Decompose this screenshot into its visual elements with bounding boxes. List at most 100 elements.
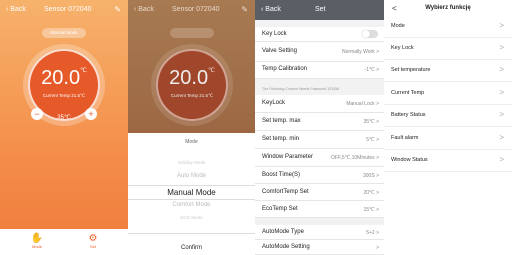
back-label: Back	[10, 6, 26, 13]
settings-panel: ‹ Back Set Key Lock Valve Setting Normal…	[255, 0, 384, 255]
current-temp-label-dimmed: Current Temp 21.5℃	[170, 93, 214, 98]
settings-row[interactable]: AutoMode Type 5+2 >	[255, 225, 384, 240]
temperature-dial-dimmed: 20.0℃ Current Temp 21.5℃	[151, 44, 233, 126]
function-item[interactable]: Current Temp >	[384, 83, 512, 105]
function-item-label: Fault alarm	[391, 135, 419, 141]
chevron-right-icon: >	[499, 43, 504, 52]
thermostat-main-panel: ‹ Back Sensor 072040 ✎ Manual Mode 20.0℃…	[0, 0, 128, 255]
function-list-panel: < Wybierz funkcję Mode > Key Lock > Set …	[384, 0, 512, 255]
device-title-dimmed: Sensor 072040	[172, 6, 220, 13]
chevron-right-icon: >	[499, 88, 504, 97]
function-item-label: Window Status	[391, 157, 428, 163]
settings-row[interactable]: Set temp. max 35℃ >	[255, 113, 384, 131]
function-item-label: Key Lock	[391, 45, 414, 51]
gear-icon: ⚙	[88, 233, 98, 244]
sheet-title: Mode	[185, 139, 198, 145]
temperature-value: 20.0	[41, 67, 81, 89]
settings-row-label: KeyLock	[262, 100, 286, 106]
mode-option-selected[interactable]: Manual Mode	[128, 188, 255, 197]
settings-row-value: OFF,5℃,10Minutes >	[331, 155, 379, 161]
settings-row-label: Valve Setting	[262, 48, 297, 54]
chevron-right-icon: >	[499, 133, 504, 142]
mode-option[interactable]: Holiday Mode	[128, 160, 255, 165]
settings-row-label: Window Parameter	[262, 154, 314, 160]
temperature-unit-dimmed: ℃	[208, 68, 215, 74]
settings-row-value: 20℃ >	[363, 190, 380, 196]
function-item[interactable]: Window Status >	[384, 150, 512, 172]
back-button[interactable]: ‹ Back	[6, 6, 26, 13]
mode-picker-panel: ‹ Back Sensor 072040 ✎ 20.0℃ Current Tem…	[128, 0, 255, 255]
settings-row-label: Boost Time(S)	[262, 172, 301, 178]
password-note: The Following Content Needs Password 123…	[262, 87, 340, 91]
settings-header: ‹ Back Set	[255, 0, 384, 20]
settings-row[interactable]: KeyLock Manual Lock >	[255, 95, 384, 113]
settings-row-value: 5+2 >	[366, 230, 379, 236]
settings-row-label: Set temp. max	[262, 118, 301, 124]
mode-option[interactable]: ECO Mode	[128, 215, 255, 220]
picker-divider	[128, 199, 255, 200]
settings-row-label: EcoTemp Set	[262, 206, 298, 212]
nav-mode[interactable]: ✋ Mode	[22, 233, 52, 249]
nav-set[interactable]: ⚙ Set	[78, 233, 108, 249]
function-item-label: Set temperature	[391, 67, 431, 73]
confirm-button[interactable]: Confirm	[128, 245, 255, 251]
function-item[interactable]: Mode >	[384, 16, 512, 38]
settings-row[interactable]: Valve Setting Normally Work >	[255, 42, 384, 62]
chevron-right-icon: >	[499, 155, 504, 164]
settings-row[interactable]: Window Parameter OFF,5℃,10Minutes >	[255, 149, 384, 167]
decrease-button[interactable]: −	[31, 108, 43, 120]
mode-option[interactable]: Auto Mode	[128, 173, 255, 179]
temperature-unit: ℃	[80, 68, 87, 74]
chevron-right-icon: >	[499, 110, 504, 119]
settings-row-label: Set temp. min	[262, 136, 300, 142]
edit-icon: ✎	[241, 5, 248, 14]
toggle-knob	[362, 30, 370, 38]
mode-option[interactable]: Comfort Mode	[128, 202, 255, 208]
mode-sheet: Mode Holiday Mode Auto Mode Manual Mode …	[128, 133, 255, 255]
sheet-divider	[128, 233, 255, 234]
edit-icon[interactable]: ✎	[114, 5, 121, 14]
settings-row-label: AutoMode Setting	[262, 244, 310, 250]
picker-divider	[128, 185, 255, 186]
settings-row[interactable]: Boost Time(S) 300S >	[255, 167, 384, 184]
settings-row-value: 300S >	[363, 173, 379, 179]
settings-row-value: 5℃ >	[366, 137, 379, 143]
settings-title: Set	[315, 6, 326, 13]
temperature-display: 20.0℃	[30, 67, 98, 90]
top-bar-dimmed: ‹ Back Sensor 072040 ✎	[128, 0, 255, 20]
function-item[interactable]: Set temperature >	[384, 60, 512, 82]
chevron-right-icon: >	[499, 21, 504, 30]
settings-row-value: -1℃ >	[364, 67, 379, 73]
settings-row-value: 15℃ >	[363, 207, 380, 213]
key-lock-toggle[interactable]	[362, 30, 378, 38]
temperature-display-dimmed: 20.0℃	[158, 67, 226, 90]
settings-row-value: Normally Work >	[342, 49, 379, 55]
increase-button[interactable]: +	[85, 108, 97, 120]
back-button-dimmed: ‹ Back	[134, 6, 154, 13]
mode-badge: Manual Mode	[42, 28, 86, 38]
settings-row-label: Temp Calibration	[262, 66, 308, 72]
settings-row-value: >	[376, 245, 379, 251]
function-list-title: Wybierz funkcję	[425, 5, 471, 11]
settings-row[interactable]: ComfortTemp Set 20℃ >	[255, 184, 384, 201]
settings-row[interactable]: AutoMode Setting >	[255, 240, 384, 255]
mode-badge-dimmed	[170, 28, 214, 38]
temperature-value-dimmed: 20.0	[169, 67, 209, 89]
function-item[interactable]: Battery Status >	[384, 105, 512, 127]
settings-row[interactable]: Temp Calibration -1℃ >	[255, 62, 384, 79]
function-item-label: Mode	[391, 23, 405, 29]
back-label: Back	[265, 6, 281, 13]
temperature-ring-dimmed: 20.0℃ Current Temp 21.5℃	[156, 49, 228, 121]
key-lock-label: Key Lock	[262, 31, 287, 37]
top-bar: ‹ Back Sensor 072040 ✎	[0, 0, 128, 20]
hand-icon: ✋	[30, 233, 44, 244]
function-item[interactable]: Fault alarm >	[384, 128, 512, 150]
current-temp-label: Current Temp 21.5℃	[42, 93, 86, 98]
settings-row[interactable]: EcoTemp Set 15℃ >	[255, 201, 384, 218]
back-button[interactable]: ‹ Back	[261, 6, 281, 13]
settings-row[interactable]: Set temp. min 5℃ >	[255, 131, 384, 149]
key-lock-row: Key Lock	[255, 27, 384, 42]
settings-row-value: Manual Lock >	[346, 101, 379, 107]
chevron-right-icon: >	[499, 65, 504, 74]
function-item[interactable]: Key Lock >	[384, 38, 512, 60]
